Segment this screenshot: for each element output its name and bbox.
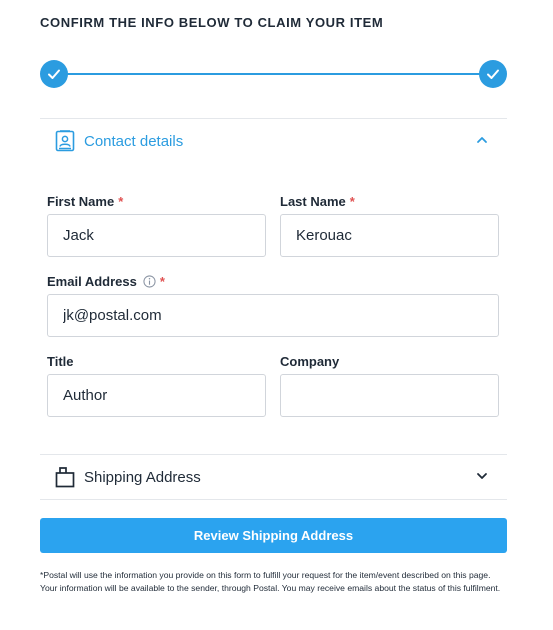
check-icon (487, 69, 499, 79)
required-marker: * (118, 194, 124, 209)
last-name-input[interactable] (280, 214, 499, 257)
package-icon (54, 466, 76, 488)
stepper-line (54, 73, 493, 75)
contact-details-header[interactable]: Contact details (40, 119, 507, 163)
company-label-text: Company (280, 354, 340, 369)
title-label-text: Title (47, 354, 74, 369)
chevron-up-icon[interactable] (475, 133, 489, 147)
title-label: Title (47, 354, 74, 369)
page-heading: CONFIRM THE INFO BELOW TO CLAIM YOUR ITE… (40, 15, 384, 30)
check-icon (48, 69, 60, 79)
divider (40, 499, 507, 500)
step-1-complete (40, 60, 68, 88)
disclaimer-text: *Postal will use the information you pro… (40, 570, 501, 593)
chevron-down-icon[interactable] (475, 469, 489, 483)
title-input[interactable] (47, 374, 266, 417)
progress-stepper (40, 60, 507, 88)
last-name-label: Last Name * (280, 194, 355, 209)
first-name-label: First Name * (47, 194, 123, 209)
company-input[interactable] (280, 374, 499, 417)
required-marker: * (349, 194, 355, 209)
contact-card-icon (54, 130, 76, 152)
contact-details-title: Contact details (84, 132, 184, 150)
step-2-complete (479, 60, 507, 88)
info-icon[interactable] (143, 275, 156, 288)
email-label: Email Address * (47, 274, 165, 289)
email-input[interactable] (47, 294, 499, 337)
last-name-label-text: Last Name (280, 194, 346, 209)
first-name-label-text: First Name (47, 194, 115, 209)
email-label-text: Email Address (47, 274, 137, 289)
shipping-address-title: Shipping Address (84, 468, 201, 486)
required-marker: * (159, 274, 165, 289)
review-shipping-address-button[interactable]: Review Shipping Address (40, 518, 507, 553)
first-name-input[interactable] (47, 214, 266, 257)
shipping-address-header[interactable]: Shipping Address (40, 455, 507, 499)
company-label: Company (280, 354, 339, 369)
